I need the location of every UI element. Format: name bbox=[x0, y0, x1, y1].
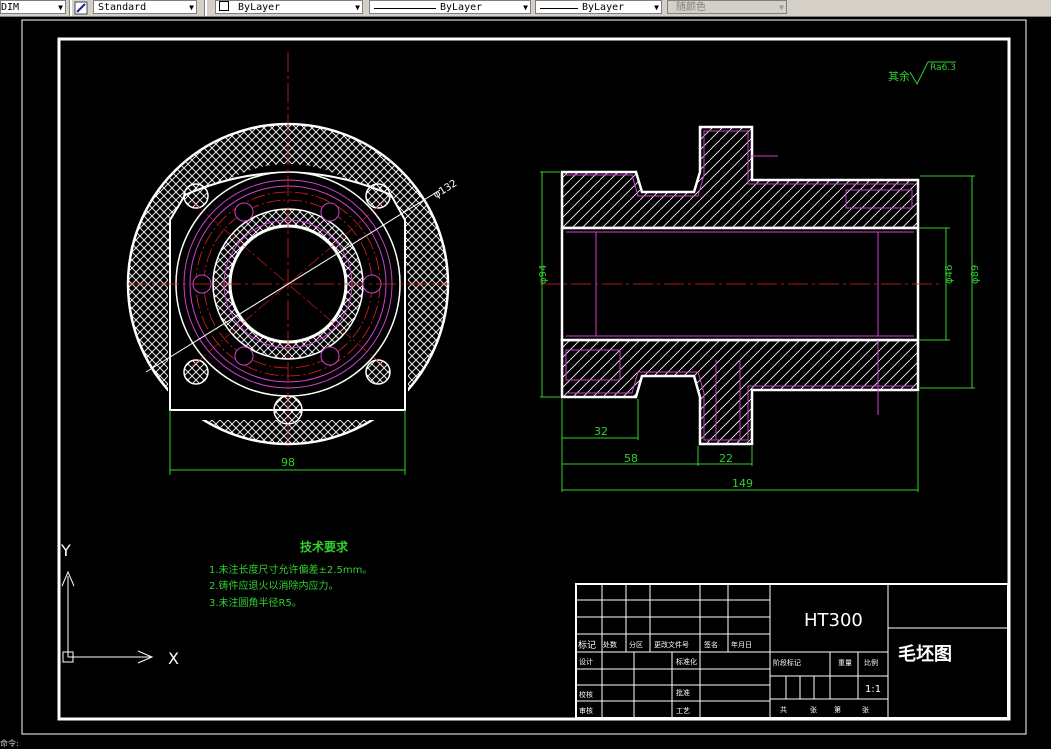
plotstyle-select[interactable]: 随颜色 ▼ bbox=[667, 0, 787, 14]
linetype-preview bbox=[374, 8, 436, 9]
ucs-axis-y: Y bbox=[60, 541, 71, 560]
tech-line-1: 1.未注长度尺寸允许偏差±2.5mm。 bbox=[209, 563, 372, 576]
lineweight-preview bbox=[540, 8, 578, 9]
dim-diameter-94: φ94 bbox=[538, 265, 549, 284]
tech-title: 技术要求 bbox=[300, 539, 349, 554]
tech-line-3: 3.未注圆角半径R5。 bbox=[209, 596, 302, 609]
tb-col-label: 更改文件号 bbox=[654, 640, 689, 649]
tb-mid-label: 标准化 bbox=[676, 657, 697, 666]
ucs-axis-x: X bbox=[168, 649, 179, 668]
tb-row-label: 设计 bbox=[579, 657, 593, 666]
chevron-down-icon: ▼ bbox=[355, 3, 360, 12]
lineweight-value: ByLayer bbox=[582, 2, 625, 13]
chevron-down-icon: ▼ bbox=[189, 3, 194, 12]
roughness-value: Ra6.3 bbox=[930, 63, 956, 73]
textstyle-icon[interactable] bbox=[74, 0, 88, 15]
chevron-down-icon: ▼ bbox=[779, 3, 784, 12]
dim-diameter-46: φ46 bbox=[944, 265, 955, 284]
linetype-value: ByLayer bbox=[440, 2, 483, 13]
linetype-select[interactable]: ByLayer ▼ bbox=[369, 0, 531, 14]
tb-col-label: 分区 bbox=[629, 640, 643, 649]
dim-98: 98 bbox=[281, 456, 295, 469]
plotstyle-value: 随颜色 bbox=[676, 2, 706, 13]
tb-col-label: 处数 bbox=[603, 640, 617, 649]
layer-select[interactable]: ByLayer ▼ bbox=[215, 0, 363, 14]
tb-col-label: 签名 bbox=[704, 640, 718, 649]
section-view: φ94 φ46 φ89 32 58 22 149 其余 Ra6.3 bbox=[538, 61, 981, 492]
tb-mid-label: 批准 bbox=[676, 688, 690, 697]
roughness-label: 其余 bbox=[888, 69, 910, 83]
dim-22: 22 bbox=[719, 452, 733, 465]
dim-58: 58 bbox=[624, 452, 638, 465]
tb-row-label: 审核 bbox=[579, 706, 593, 715]
color-swatch-icon bbox=[219, 1, 229, 11]
title-block: HT300 毛坯图 1:1 标记 处数 分区 更改文件号 签名 年月日 设计 校… bbox=[575, 583, 1009, 719]
tech-line-2: 2.铸件应退火以消除内应力。 bbox=[209, 579, 339, 592]
toolbar-separator bbox=[69, 0, 72, 16]
tb-sheet-label: 张 bbox=[862, 705, 869, 714]
drawing-canvas[interactable]: φ132 98 φ94 φ46 φ89 32 58 22 149 其余 Ra6.… bbox=[0, 17, 1051, 740]
tb-weight-label: 重量 bbox=[838, 659, 852, 667]
dim-32: 32 bbox=[594, 425, 608, 438]
material-label: HT300 bbox=[804, 610, 863, 631]
tb-sheet-label: 共 bbox=[780, 705, 787, 714]
technical-notes: 技术要求 1.未注长度尺寸允许偏差±2.5mm。 2.铸件应退火以消除内应力。 … bbox=[209, 539, 372, 609]
tb-sheet-label: 第 bbox=[834, 705, 841, 714]
ucs-icon bbox=[61, 570, 154, 664]
toolbar-separator bbox=[204, 0, 207, 16]
tb-scale-label: 比例 bbox=[864, 658, 878, 667]
dimstyle-value: DIM bbox=[1, 2, 20, 13]
dim-diameter-132: φ132 bbox=[432, 178, 460, 201]
dimstyle-select[interactable]: DIM ▼ bbox=[0, 0, 66, 14]
command-line[interactable] bbox=[0, 740, 1051, 746]
textstyle-value: Standard bbox=[98, 2, 147, 13]
tb-stage-label: 阶段标记 bbox=[773, 658, 801, 667]
chevron-down-icon: ▼ bbox=[58, 3, 63, 12]
upper-wall bbox=[560, 125, 920, 230]
dim-149: 149 bbox=[732, 477, 753, 490]
tb-sheet-label: 张 bbox=[810, 705, 817, 714]
front-view: φ132 98 bbox=[126, 52, 460, 475]
command-prompt: 命令: bbox=[0, 739, 19, 748]
textstyle-select[interactable]: Standard ▼ bbox=[93, 0, 197, 14]
drawing-name: 毛坯图 bbox=[898, 643, 952, 665]
tb-row-label: 工艺 bbox=[676, 707, 690, 715]
lineweight-select[interactable]: ByLayer ▼ bbox=[535, 0, 662, 14]
layer-value: ByLayer bbox=[238, 2, 281, 13]
chevron-down-icon: ▼ bbox=[654, 3, 659, 12]
dim-diameter-89: φ89 bbox=[970, 265, 981, 284]
tb-row-label: 校核 bbox=[579, 690, 593, 699]
tb-col-label: 年月日 bbox=[731, 640, 752, 649]
scale-value: 1:1 bbox=[865, 684, 881, 695]
properties-toolbar: DIM ▼ Standard ▼ ByLayer ▼ ByLayer ▼ ByL… bbox=[0, 0, 1051, 17]
tb-mark-label: 标记 bbox=[578, 639, 596, 651]
chevron-down-icon: ▼ bbox=[523, 3, 528, 12]
